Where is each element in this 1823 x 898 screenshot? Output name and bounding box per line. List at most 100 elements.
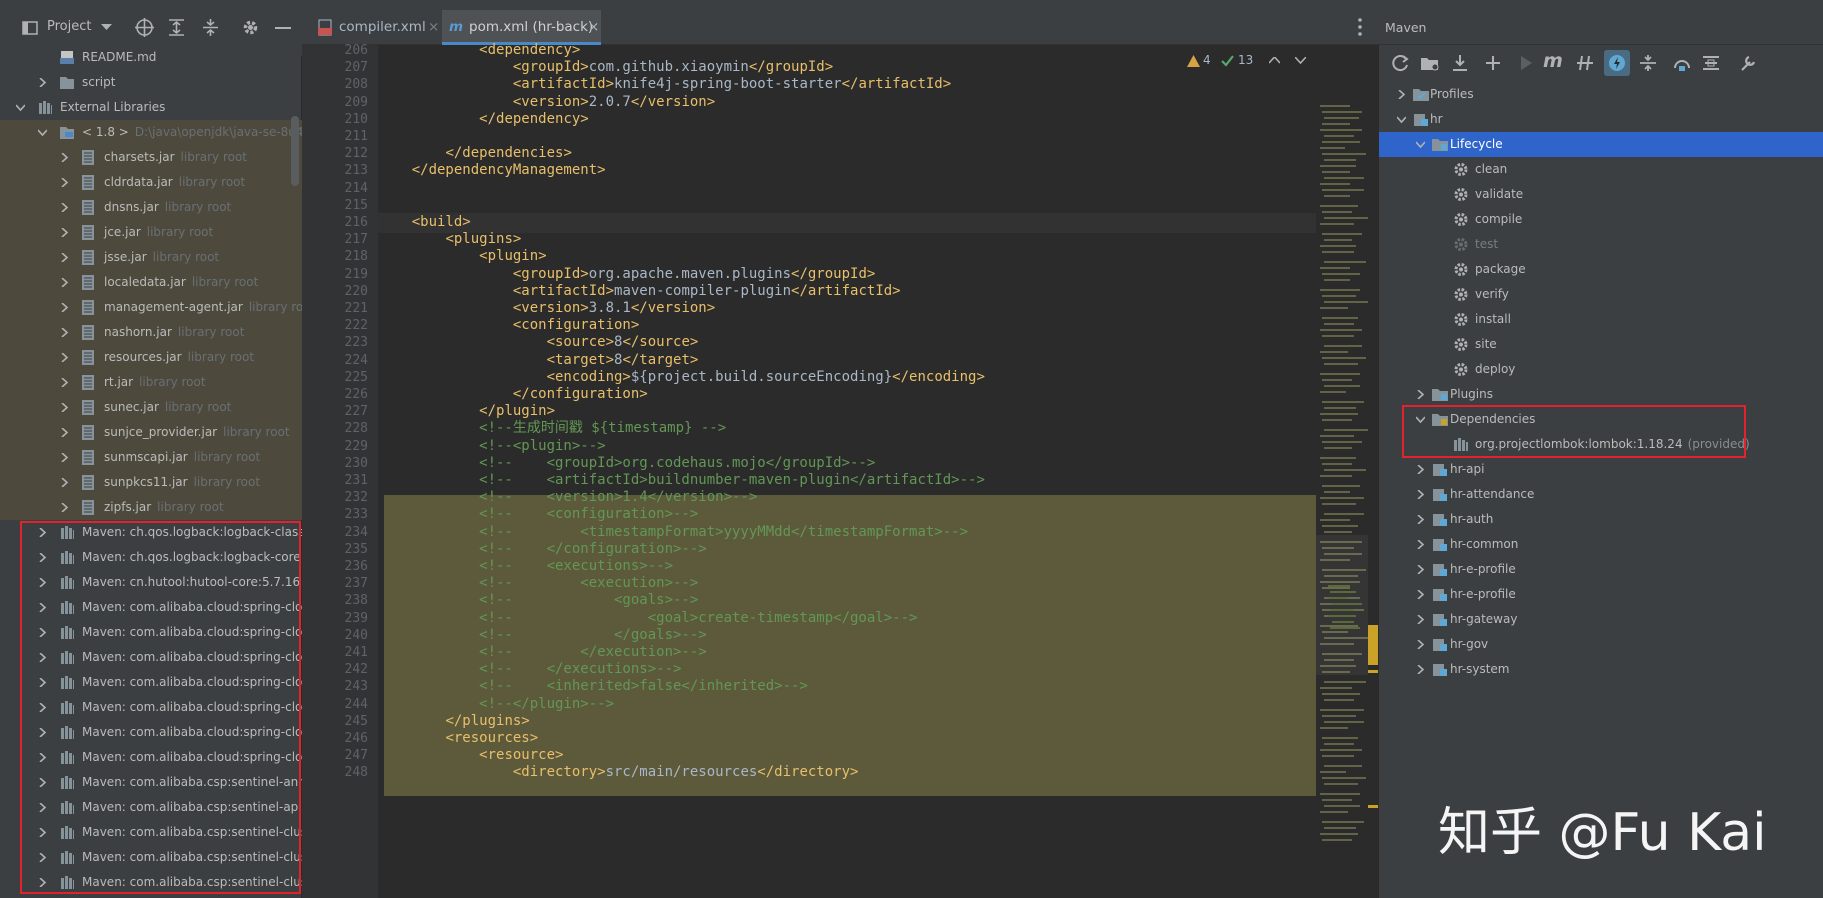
lifecycle-goal[interactable]: deploy <box>1379 357 1823 382</box>
maven-tree-item[interactable]: Lifecycle <box>1379 132 1823 157</box>
minimap[interactable] <box>1316 45 1379 898</box>
tree-item[interactable]: < 1.8 > D:\java\openjdk\java-se-8u41-ri <box>0 120 302 145</box>
scrollbar-thumb[interactable] <box>291 116 299 186</box>
lifecycle-goal[interactable]: verify <box>1379 282 1823 307</box>
collapse-all-icon[interactable] <box>202 18 219 37</box>
reload-icon[interactable] <box>1392 54 1410 72</box>
inspection-widget[interactable]: 4 13 <box>1183 52 1311 72</box>
maven-tree-item[interactable]: hr-api <box>1379 457 1823 482</box>
library-jar-item[interactable]: sunpkcs11.jar library root <box>0 470 302 495</box>
library-jar-item[interactable]: charsets.jar library root <box>0 145 302 170</box>
chevron-right-icon[interactable] <box>1416 590 1425 599</box>
maven-tree-item[interactable]: hr-attendance <box>1379 482 1823 507</box>
lifecycle-goal[interactable]: site <box>1379 332 1823 357</box>
chevron-right-icon[interactable] <box>60 253 69 262</box>
project-view-label[interactable]: Project <box>47 19 91 34</box>
chevron-down-icon[interactable] <box>1397 115 1406 124</box>
library-jar-item[interactable]: sunjce_provider.jar library root <box>0 420 302 445</box>
crosshair-icon[interactable] <box>135 18 154 37</box>
chevron-right-icon[interactable] <box>1416 515 1425 524</box>
chevron-right-icon[interactable] <box>60 428 69 437</box>
toggle-skip-tests-button[interactable] <box>1604 50 1630 76</box>
lifecycle-goal[interactable]: clean <box>1379 157 1823 182</box>
chevron-down-icon[interactable] <box>1295 57 1306 64</box>
more-options-icon[interactable] <box>1358 18 1362 36</box>
library-jar-item[interactable]: localedata.jar library root <box>0 270 302 295</box>
chevron-right-icon[interactable] <box>60 228 69 237</box>
chevron-right-icon[interactable] <box>1416 465 1425 474</box>
maven-module-icon <box>1433 514 1447 526</box>
chevron-right-icon[interactable] <box>1397 90 1406 99</box>
library-jar-item[interactable]: dnsns.jar library root <box>0 195 302 220</box>
chevron-right-icon[interactable] <box>60 153 69 162</box>
chevron-down-icon[interactable] <box>101 24 112 31</box>
close-icon[interactable]: × <box>588 10 599 45</box>
maven-tree-item[interactable]: hr-gov <box>1379 632 1823 657</box>
maven-tree-item[interactable]: hr-gateway <box>1379 607 1823 632</box>
library-jar-item[interactable]: sunmscapi.jar library root <box>0 445 302 470</box>
tree-item[interactable]: External Libraries <box>0 95 302 120</box>
tree-item[interactable]: script <box>0 70 302 95</box>
chevron-right-icon[interactable] <box>60 503 69 512</box>
plus-icon[interactable] <box>1485 55 1501 71</box>
add-folder-icon[interactable] <box>1420 54 1440 72</box>
library-jar-item[interactable]: jce.jar library root <box>0 220 302 245</box>
maven-tree-item[interactable]: hr-system <box>1379 657 1823 682</box>
gear-icon <box>1454 213 1468 226</box>
maven-tree-item[interactable]: Plugins <box>1379 382 1823 407</box>
toggle-offline-icon[interactable] <box>1575 54 1595 72</box>
library-jar-item[interactable]: sunec.jar library root <box>0 395 302 420</box>
maven-tree-item[interactable]: hr-e-profile <box>1379 582 1823 607</box>
download-icon[interactable] <box>1451 54 1469 72</box>
run-icon[interactable] <box>1519 55 1533 71</box>
chevron-right-icon[interactable] <box>38 78 47 87</box>
maven-tree-item[interactable]: hr-common <box>1379 532 1823 557</box>
maven-goal-icon[interactable]: m <box>1543 50 1563 72</box>
chevron-right-icon[interactable] <box>1416 490 1425 499</box>
lifecycle-goal[interactable]: validate <box>1379 182 1823 207</box>
wrench-icon[interactable] <box>1739 54 1757 72</box>
lifecycle-goal[interactable]: package <box>1379 257 1823 282</box>
collapse-icon[interactable] <box>1639 54 1657 72</box>
chevron-right-icon[interactable] <box>1416 640 1425 649</box>
maven-tree-item[interactable]: hr-e-profile <box>1379 557 1823 582</box>
chevron-right-icon[interactable] <box>60 278 69 287</box>
chevron-right-icon[interactable] <box>60 378 69 387</box>
tree-item[interactable]: README.md <box>0 45 302 70</box>
library-jar-item[interactable]: zipfs.jar library root <box>0 495 302 520</box>
chevron-down-icon[interactable] <box>16 103 25 112</box>
library-jar-item[interactable]: cldrdata.jar library root <box>0 170 302 195</box>
chevron-right-icon[interactable] <box>60 303 69 312</box>
library-jar-item[interactable]: nashorn.jar library root <box>0 320 302 345</box>
chevron-down-icon[interactable] <box>38 128 47 137</box>
chevron-right-icon[interactable] <box>60 178 69 187</box>
library-jar-item[interactable]: rt.jar library root <box>0 370 302 395</box>
chevron-right-icon[interactable] <box>60 478 69 487</box>
chevron-right-icon[interactable] <box>60 453 69 462</box>
chevron-right-icon[interactable] <box>60 403 69 412</box>
minimize-icon[interactable] <box>275 27 291 30</box>
chevron-right-icon[interactable] <box>60 203 69 212</box>
chevron-right-icon[interactable] <box>60 353 69 362</box>
maven-tree-item[interactable]: hr <box>1379 107 1823 132</box>
show-dependencies-icon[interactable] <box>1672 54 1692 72</box>
chevron-right-icon[interactable] <box>1416 540 1425 549</box>
maven-tree-item[interactable]: Profiles <box>1379 82 1823 107</box>
lifecycle-goal[interactable]: install <box>1379 307 1823 332</box>
execute-goal-icon[interactable] <box>1702 54 1720 72</box>
library-jar-item[interactable]: resources.jar library root <box>0 345 302 370</box>
chevron-right-icon[interactable] <box>1416 565 1425 574</box>
library-jar-item[interactable]: jsse.jar library root <box>0 245 302 270</box>
library-jar-item[interactable]: management-agent.jar library root <box>0 295 302 320</box>
lifecycle-goal[interactable]: test <box>1379 232 1823 257</box>
chevron-down-icon[interactable] <box>1416 140 1425 149</box>
chevron-right-icon[interactable] <box>1416 665 1425 674</box>
chevron-up-icon[interactable] <box>1269 57 1280 64</box>
chevron-right-icon[interactable] <box>1416 615 1425 624</box>
gear-icon[interactable] <box>241 18 260 37</box>
chevron-right-icon[interactable] <box>1416 390 1425 399</box>
chevron-right-icon[interactable] <box>60 328 69 337</box>
expand-all-icon[interactable] <box>168 18 185 37</box>
maven-tree-item[interactable]: hr-auth <box>1379 507 1823 532</box>
lifecycle-goal[interactable]: compile <box>1379 207 1823 232</box>
